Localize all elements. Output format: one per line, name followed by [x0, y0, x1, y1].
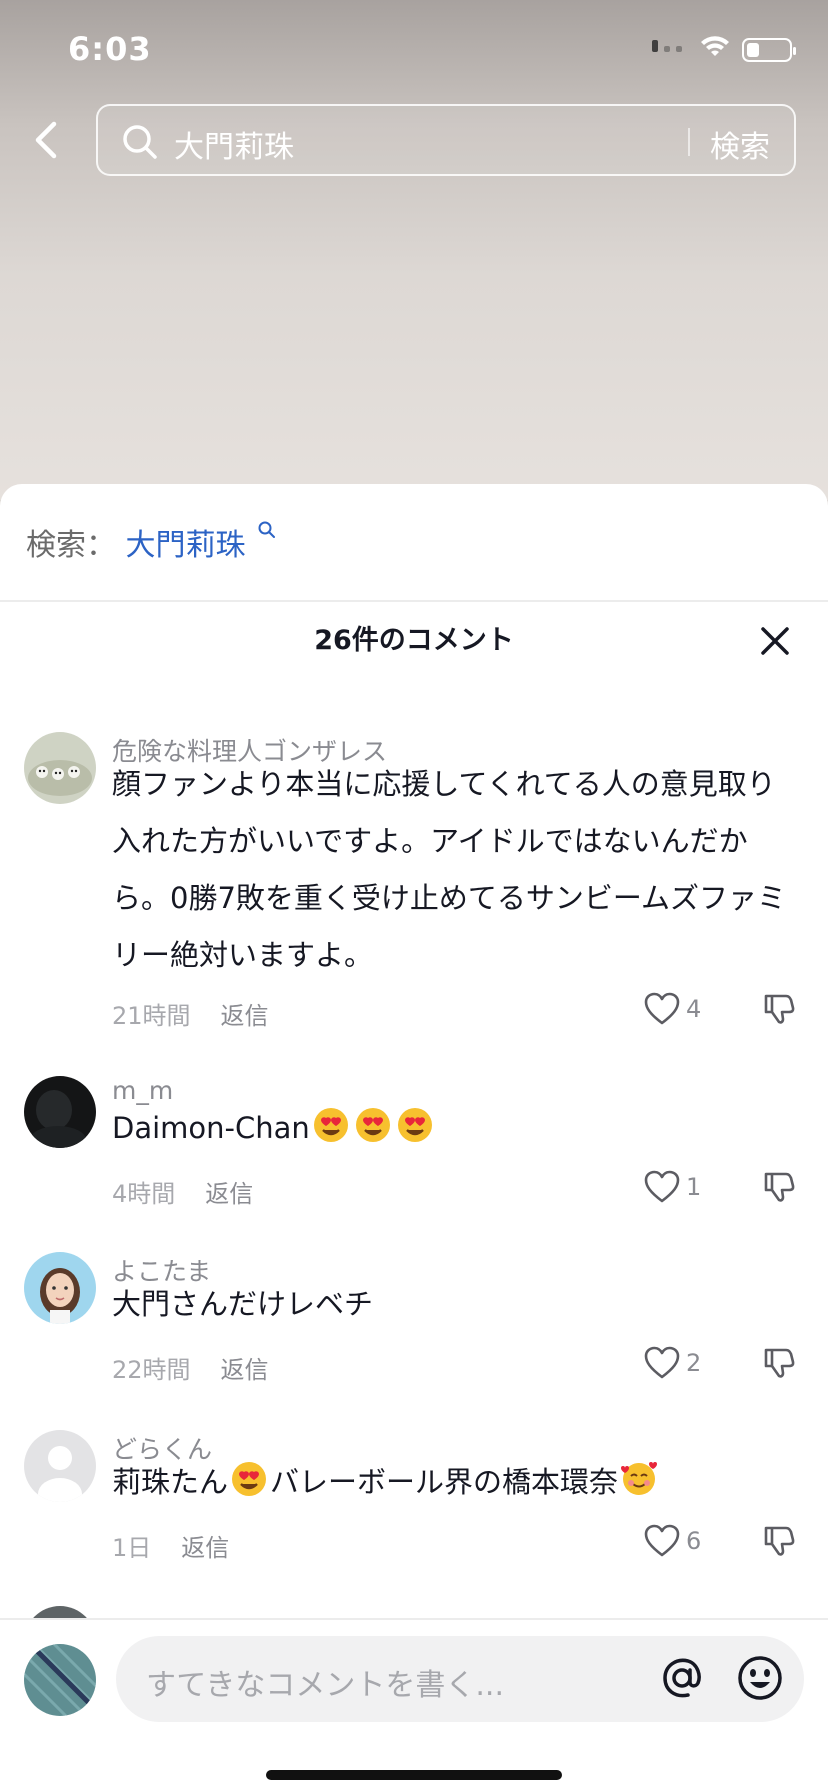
avatar[interactable] [24, 1076, 96, 1148]
battery-icon [742, 38, 796, 62]
comment-meta: 22時間 返信 [112, 1350, 269, 1385]
heart-eyes-emoji-icon [232, 1462, 267, 1496]
search-button[interactable]: 検索 [710, 122, 770, 166]
comment-item: 危険な料理人ゴンザレス 顔ファンより本当に応援してくれてる人の意見取り入れた方が… [0, 732, 828, 972]
like-button[interactable]: 4 [644, 992, 701, 1026]
heart-icon [644, 1170, 680, 1203]
mention-icon[interactable] [656, 1652, 708, 1704]
search-bar[interactable]: 大門莉珠 検索 [96, 104, 796, 176]
heart-eyes-emoji-icon [397, 1108, 432, 1142]
comment-text: 顔ファンより本当に応援してくれてる人の意見取り入れた方がいいですよ。アイドルでは… [112, 767, 787, 972]
reply-button[interactable]: 返信 [221, 1356, 269, 1384]
comment-time: 4時間 [112, 1180, 176, 1208]
comment-time: 21時間 [112, 1002, 191, 1030]
like-count: 6 [686, 1527, 702, 1555]
reply-button[interactable]: 返信 [221, 1002, 269, 1030]
status-time: 6:03 [68, 30, 152, 68]
comment-meta: 4時間 返信 [112, 1174, 253, 1209]
like-count: 1 [686, 1173, 702, 1201]
related-search-label: 検索： [26, 528, 116, 563]
comment-time: 22時間 [112, 1356, 191, 1384]
comments-header: 26件のコメント [0, 602, 828, 678]
search-query[interactable]: 大門莉珠 [174, 122, 294, 166]
emoji-icon[interactable] [734, 1652, 786, 1704]
avatar[interactable] [24, 1430, 96, 1502]
back-arrow-icon[interactable] [26, 118, 66, 162]
like-button[interactable]: 6 [644, 1524, 701, 1558]
cellular-signal-icon [652, 40, 682, 52]
comment-text-content: Daimon-Chan [112, 1111, 310, 1145]
comment-meta: 21時間 返信 [112, 996, 269, 1031]
avatar[interactable] [24, 732, 96, 804]
related-search[interactable]: 検索： 大門莉珠 [26, 520, 277, 564]
like-count: 4 [686, 995, 702, 1023]
like-button[interactable]: 1 [644, 1170, 701, 1204]
dislike-icon[interactable] [762, 1346, 796, 1380]
comment-sheet: 検索： 大門莉珠 26件のコメント 危険な料理人ゴンザレス 顔ファンより本当に応… [0, 484, 828, 1792]
dislike-icon[interactable] [762, 1170, 796, 1204]
home-indicator [266, 1770, 562, 1780]
heart-eyes-emoji-icon [355, 1108, 390, 1142]
search-icon [123, 125, 157, 159]
search-divider [688, 128, 690, 156]
like-button[interactable]: 2 [644, 1346, 701, 1380]
comment-input[interactable]: すてきなコメントを書く... [116, 1636, 804, 1722]
heart-icon [644, 992, 680, 1025]
close-icon[interactable] [758, 624, 792, 658]
comment-composer: すてきなコメントを書く... [0, 1618, 828, 1792]
comment-text: 莉珠たん バレーボール界の橋本環奈 [112, 1454, 802, 1511]
avatar[interactable] [24, 1252, 96, 1324]
comment-meta: 1日 返信 [112, 1528, 229, 1563]
like-count: 2 [686, 1349, 702, 1377]
smiling-hearts-emoji-icon [621, 1462, 658, 1495]
comment-text: 大門さんだけレベチ [112, 1287, 374, 1321]
comment-text: Daimon-Chan [112, 1100, 802, 1157]
heart-icon [644, 1346, 680, 1379]
related-search-term[interactable]: 大門莉珠 [126, 528, 246, 563]
comment-count: 26件のコメント [314, 625, 514, 656]
reply-button[interactable]: 返信 [205, 1180, 253, 1208]
reply-button[interactable]: 返信 [181, 1534, 229, 1562]
dislike-icon[interactable] [762, 1524, 796, 1558]
wifi-icon [701, 36, 729, 56]
comment-time: 1日 [112, 1534, 152, 1562]
comment-text-part: 莉珠たん [112, 1465, 229, 1499]
heart-eyes-emoji-icon [313, 1108, 348, 1142]
small-search-icon [258, 521, 276, 538]
comment-input-placeholder: すてきなコメントを書く... [146, 1668, 505, 1703]
dislike-icon[interactable] [762, 992, 796, 1026]
status-bar: 6:03 [0, 0, 828, 100]
my-avatar[interactable] [24, 1644, 96, 1716]
heart-icon [644, 1524, 680, 1557]
comment-text-part: バレーボール界の橋本環奈 [270, 1465, 619, 1499]
